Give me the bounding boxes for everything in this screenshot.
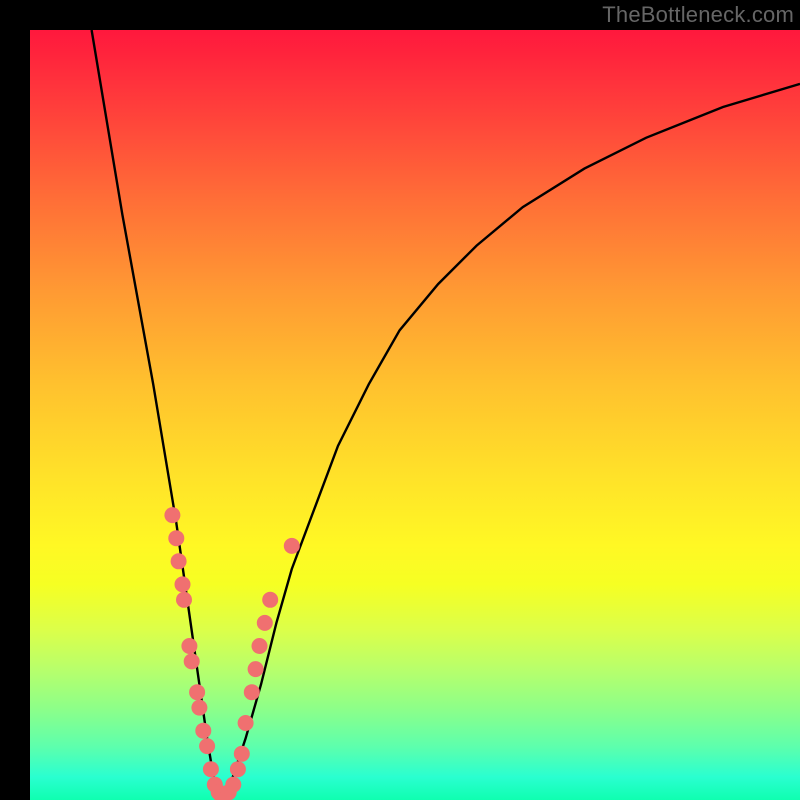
- scatter-point: [244, 684, 260, 700]
- scatter-point: [262, 592, 278, 608]
- scatter-point: [234, 746, 250, 762]
- scatter-points: [164, 507, 299, 800]
- scatter-point: [248, 661, 264, 677]
- chart-overlay: [30, 30, 800, 800]
- watermark-text: TheBottleneck.com: [602, 2, 794, 28]
- plot-area: [30, 30, 800, 800]
- scatter-point: [203, 761, 219, 777]
- scatter-point: [195, 723, 211, 739]
- scatter-point: [184, 653, 200, 669]
- scatter-point: [191, 700, 207, 716]
- chart-frame: TheBottleneck.com: [0, 0, 800, 800]
- scatter-point: [284, 538, 300, 554]
- scatter-point: [225, 777, 241, 793]
- scatter-point: [175, 576, 191, 592]
- scatter-point: [181, 638, 197, 654]
- scatter-point: [199, 738, 215, 754]
- scatter-point: [230, 761, 246, 777]
- scatter-point: [189, 684, 205, 700]
- scatter-point: [252, 638, 268, 654]
- scatter-point: [238, 715, 254, 731]
- scatter-point: [164, 507, 180, 523]
- scatter-point: [168, 530, 184, 546]
- scatter-point: [176, 592, 192, 608]
- scatter-point: [257, 615, 273, 631]
- scatter-point: [171, 553, 187, 569]
